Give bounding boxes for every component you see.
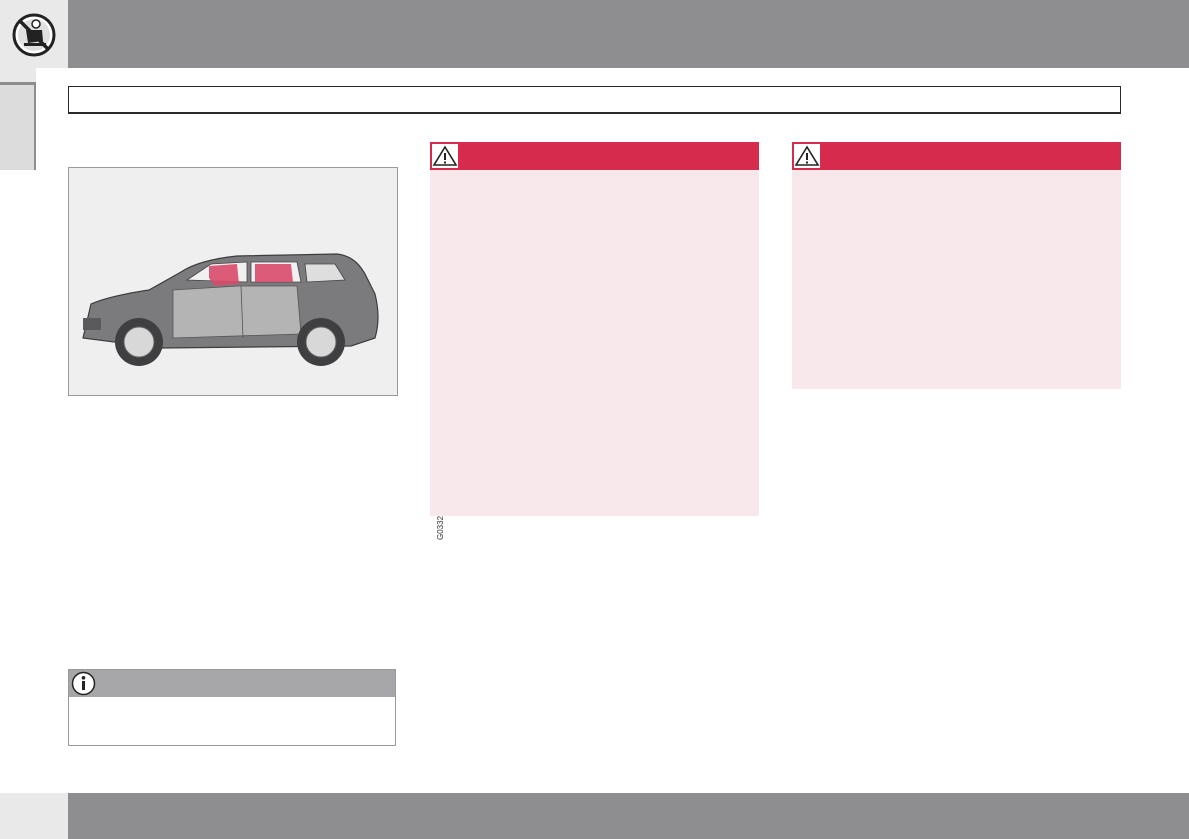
car-figure: G033225 <box>68 167 445 540</box>
warning-body-2 <box>792 170 1121 389</box>
footer-band <box>68 793 1189 839</box>
header-logo-tile <box>0 0 68 68</box>
warning-header-2 <box>792 142 1121 170</box>
warning-triangle-icon <box>794 144 820 168</box>
car-side-curtain-airbag-illustration <box>82 253 379 366</box>
chapter-side-tab[interactable] <box>0 82 36 170</box>
warning-body-1 <box>430 170 759 516</box>
note-box <box>68 669 396 746</box>
footer-tile <box>0 793 68 839</box>
side-tab-cap <box>0 68 36 82</box>
page-title-box <box>68 86 1121 114</box>
warning-header-1 <box>430 142 759 170</box>
note-header <box>69 670 395 697</box>
warning-triangle-icon <box>432 144 458 168</box>
info-icon <box>71 671 96 696</box>
header-band <box>68 0 1189 68</box>
no-child-seat-icon <box>12 13 56 57</box>
